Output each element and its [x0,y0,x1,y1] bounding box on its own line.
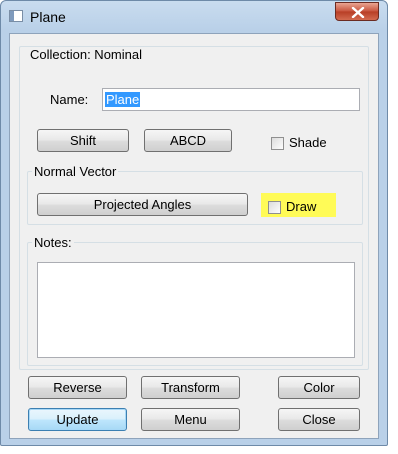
shade-checkbox-label: Shade [289,135,327,150]
normal-vector-label: Normal Vector [32,164,119,179]
update-button[interactable]: Update [28,408,127,431]
app-window-icon [9,10,23,22]
window-title: Plane [30,9,66,25]
draw-checkbox[interactable] [268,201,281,214]
collection-label: Collection: Nominal [28,47,144,62]
close-button[interactable]: Close [278,408,360,431]
name-label: Name: [50,92,89,107]
plane-dialog-window: Plane Collection: Nominal Name: Plane Sh… [0,0,388,446]
close-x-icon [351,7,365,18]
reverse-button[interactable]: Reverse [28,376,127,399]
name-field[interactable]: Plane [102,88,360,111]
window-close-button[interactable] [335,2,379,21]
dialog-client-area: Collection: Nominal Name: Plane Shift AB… [9,33,379,439]
color-button[interactable]: Color [278,376,360,399]
projected-angles-button[interactable]: Projected Angles [37,193,248,216]
abcd-button[interactable]: ABCD [144,129,232,152]
menu-button[interactable]: Menu [141,408,240,431]
shade-checkbox[interactable] [271,137,284,150]
title-bar[interactable]: Plane [1,1,387,33]
transform-button[interactable]: Transform [141,376,240,399]
name-field-value: Plane [105,92,141,107]
notes-textarea[interactable] [37,262,355,358]
notes-label: Notes: [32,235,74,250]
shift-button[interactable]: Shift [37,129,129,152]
draw-checkbox-label: Draw [286,199,317,214]
